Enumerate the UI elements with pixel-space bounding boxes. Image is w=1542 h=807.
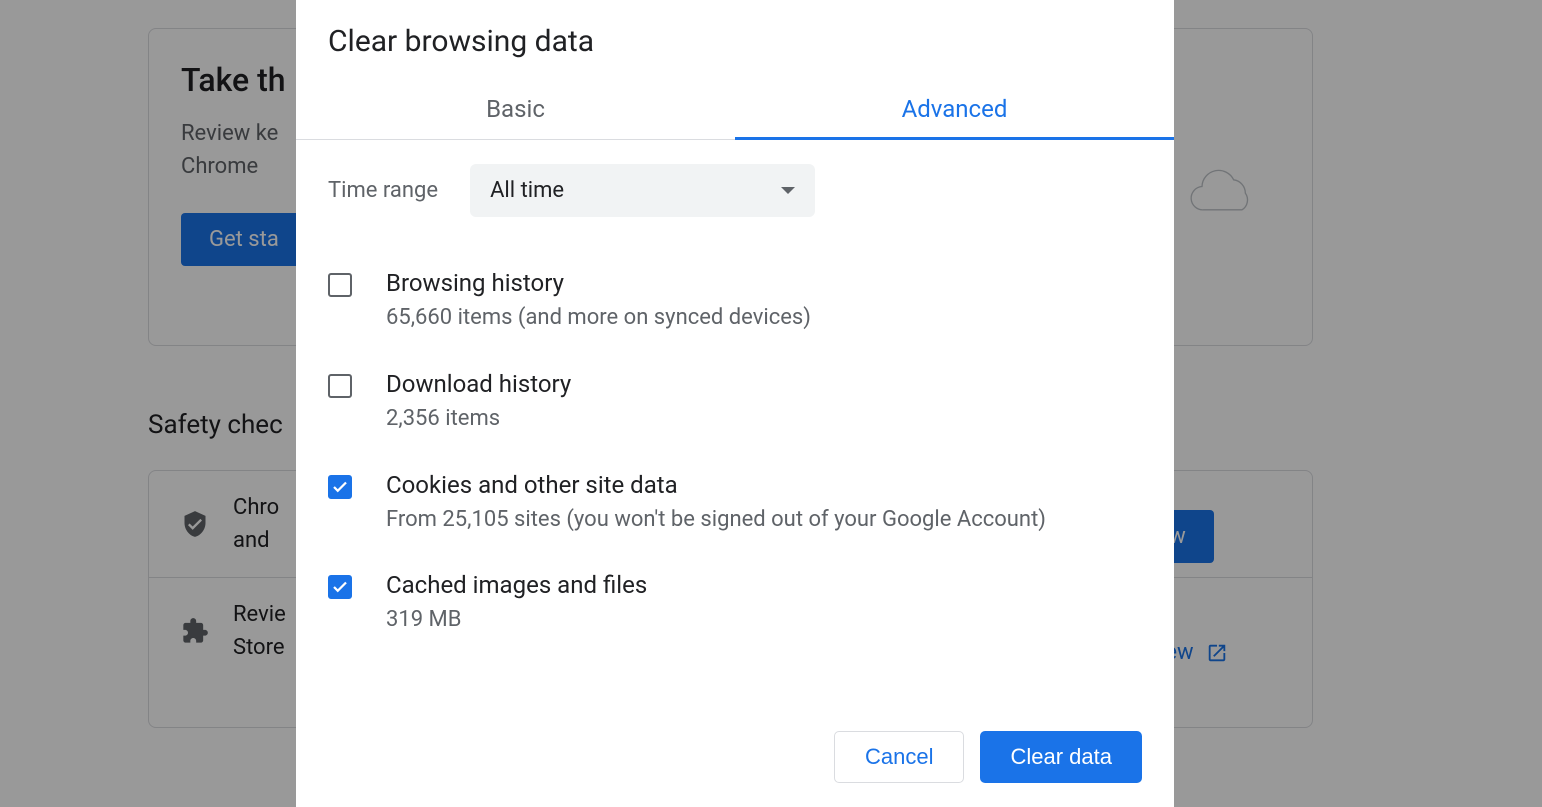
- check-icon: [331, 578, 349, 596]
- checkbox-cached[interactable]: [328, 575, 352, 599]
- tab-basic[interactable]: Basic: [296, 79, 735, 139]
- checkbox-label: Browsing history: [386, 269, 1142, 297]
- cancel-button[interactable]: Cancel: [834, 731, 964, 783]
- checkbox-item-download-history[interactable]: Download history 2,356 items: [328, 352, 1142, 453]
- dialog-scroll-area[interactable]: Time range All time Browsing history 65,…: [296, 140, 1174, 706]
- checkbox-browsing-history[interactable]: [328, 273, 352, 297]
- dialog-tabs: Basic Advanced: [296, 79, 1174, 140]
- checkbox-item-browsing-history[interactable]: Browsing history 65,660 items (and more …: [328, 251, 1142, 352]
- checkbox-sublabel: 2,356 items: [386, 404, 1142, 435]
- time-range-label: Time range: [328, 178, 438, 203]
- time-range-row: Time range All time: [328, 140, 1142, 251]
- checkbox-item-cookies[interactable]: Cookies and other site data From 25,105 …: [328, 453, 1142, 554]
- checkbox-label: Download history: [386, 370, 1142, 398]
- checkbox-sublabel: From 25,105 sites (you won't be signed o…: [386, 505, 1142, 536]
- checkbox-label: Cookies and other site data: [386, 471, 1142, 499]
- checkbox-label: Cached images and files: [386, 571, 1142, 599]
- checkbox-download-history[interactable]: [328, 374, 352, 398]
- clear-browsing-data-dialog: Clear browsing data Basic Advanced Time …: [296, 0, 1174, 807]
- time-range-value: All time: [490, 178, 564, 203]
- checkbox-item-cached[interactable]: Cached images and files 319 MB: [328, 553, 1142, 654]
- dialog-title: Clear browsing data: [296, 0, 1174, 79]
- tab-advanced[interactable]: Advanced: [735, 79, 1174, 139]
- checkbox-sublabel: 65,660 items (and more on synced devices…: [386, 303, 1142, 334]
- check-icon: [331, 478, 349, 496]
- dialog-actions: Cancel Clear data: [296, 706, 1174, 807]
- time-range-select[interactable]: All time: [470, 164, 815, 217]
- checkbox-sublabel: 319 MB: [386, 605, 1142, 636]
- checkbox-cookies[interactable]: [328, 475, 352, 499]
- chevron-down-icon: [781, 187, 795, 194]
- clear-data-button[interactable]: Clear data: [980, 731, 1142, 783]
